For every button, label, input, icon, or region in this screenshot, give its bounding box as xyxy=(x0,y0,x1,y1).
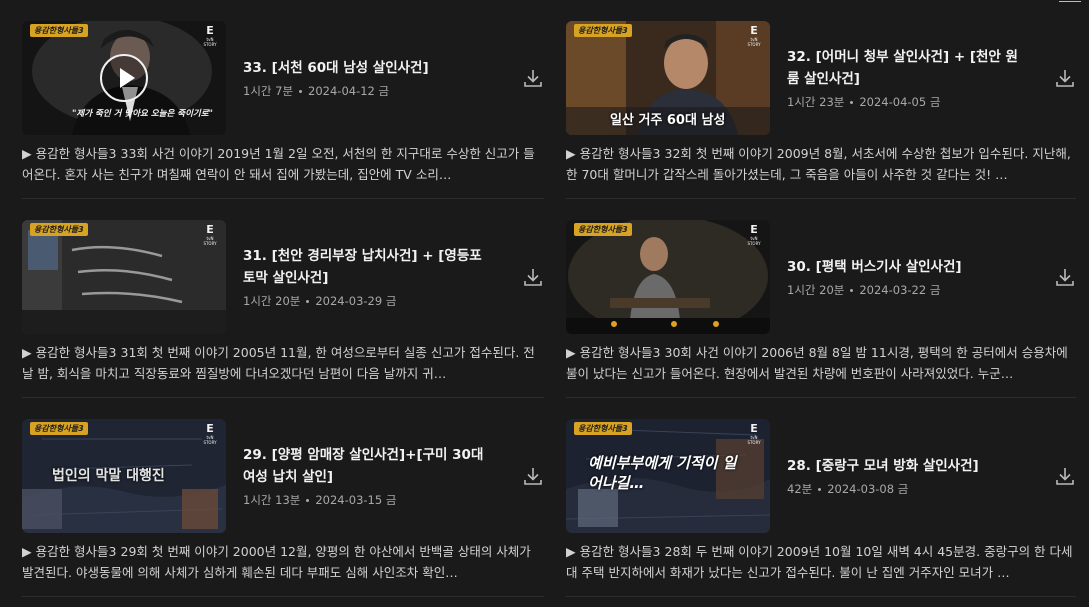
episode-thumbnail[interactable]: 용감한형사들3 EtvN STORY xyxy=(566,220,770,334)
channel-logo: EtvN STORY xyxy=(203,422,217,446)
thumbnail-caption: 일산 거주 60대 남성 xyxy=(610,113,726,128)
episode-title[interactable]: 30. [평택 버스기사 살인사건] xyxy=(787,256,1026,278)
episode-item[interactable]: 용감한형사들3 EtvN STORY 법인의 막말 대행진 29. [양평 암매… xyxy=(22,398,544,597)
separator-dot xyxy=(818,487,822,491)
separator-dot xyxy=(306,498,310,502)
episode-thumbnail[interactable]: 용감한형사들3 EtvN STORY 일산 거주 60대 남성 xyxy=(566,21,770,135)
episode-duration: 42분 xyxy=(787,482,813,496)
show-badge: 용감한형사들3 xyxy=(574,223,632,236)
separator-dot xyxy=(299,89,303,93)
episode-thumbnail[interactable]: 용감한형사들3 EtvN STORY 법인의 막말 대행진 xyxy=(22,419,226,533)
episode-description: ▶ 용감한 형사들3 29회 첫 번째 이야기 2000년 12월, 양평의 한… xyxy=(22,544,531,580)
episode-description: ▶ 용감한 형사들3 31회 첫 번째 이야기 2005년 11월, 한 여성으… xyxy=(22,345,535,381)
episode-title[interactable]: 28. [중랑구 모녀 방화 살인사건] xyxy=(787,455,1026,477)
show-badge: 용감한형사들3 xyxy=(574,422,632,435)
thumbnail-art xyxy=(22,220,226,334)
episode-title[interactable]: 29. [양평 암매장 살인사건]+[구미 30대 여성 납치 살인] xyxy=(243,444,494,488)
channel-logo: EtvN STORY xyxy=(203,223,217,247)
episode-description: ▶ 용감한 형사들3 32회 첫 번째 이야기 2009년 8월, 서초서에 수… xyxy=(566,146,1071,182)
episode-meta: 1시간 7분 2024-04-12 금 xyxy=(243,83,494,99)
channel-logo: EtvN STORY xyxy=(747,24,761,48)
episode-description: ▶ 용감한 형사들3 30회 사건 이야기 2006년 8월 8일 밤 11시경… xyxy=(566,345,1068,381)
download-icon[interactable] xyxy=(522,67,544,89)
episode-list: 용감한형사들3 EtvN STORY "제가 죽인 거 맞아요 오늘은 죽이기로… xyxy=(22,0,1076,597)
channel-logo: EtvN STORY xyxy=(747,223,761,247)
episode-item[interactable]: 용감한형사들3 EtvN STORY 31. [천안 경리부장 납치사건] + … xyxy=(22,199,544,398)
download-icon[interactable] xyxy=(522,266,544,288)
separator-dot xyxy=(306,299,310,303)
episode-title[interactable]: 32. [어머니 청부 살인사건] + [천안 원룸 살인사건] xyxy=(787,46,1026,90)
separator-dot xyxy=(850,100,854,104)
episode-date: 2024-03-29 금 xyxy=(315,294,397,308)
download-icon[interactable] xyxy=(1054,465,1076,487)
episode-title[interactable]: 33. [서천 60대 남성 살인사건] xyxy=(243,57,494,79)
show-badge: 용감한형사들3 xyxy=(30,223,88,236)
episode-meta: 1시간 23분 2024-04-05 금 xyxy=(787,94,1026,110)
episode-title[interactable]: 31. [천안 경리부장 납치사건] + [영등포 토막 살인사건] xyxy=(243,245,494,289)
episode-meta: 1시간 20분 2024-03-22 금 xyxy=(787,282,1026,298)
episode-date: 2024-03-22 금 xyxy=(859,283,941,297)
download-icon[interactable] xyxy=(522,465,544,487)
play-icon[interactable] xyxy=(100,54,148,102)
channel-logo: EtvN STORY xyxy=(203,24,217,48)
episode-duration: 1시간 20분 xyxy=(787,283,845,297)
episode-description: ▶ 용감한 형사들3 28회 두 번째 이야기 2009년 10월 10일 새벽… xyxy=(566,544,1073,580)
thumbnail-art xyxy=(566,220,770,334)
thumbnail-caption: 법인의 막말 대행진 xyxy=(52,468,165,484)
episode-item[interactable]: 용감한형사들3 EtvN STORY 예비부부에게 기적이 일어나길… 28. … xyxy=(566,398,1076,597)
episode-duration: 1시간 20분 xyxy=(243,294,301,308)
show-badge: 용감한형사들3 xyxy=(30,422,88,435)
separator-dot xyxy=(850,288,854,292)
episode-date: 2024-03-08 금 xyxy=(827,482,909,496)
episode-thumbnail[interactable]: 용감한형사들3 EtvN STORY "제가 죽인 거 맞아요 오늘은 죽이기로… xyxy=(22,21,226,135)
episode-date: 2024-04-12 금 xyxy=(308,84,390,98)
episode-duration: 1시간 13분 xyxy=(243,493,301,507)
episode-meta: 1시간 20분 2024-03-29 금 xyxy=(243,293,494,309)
episode-item[interactable]: 용감한형사들3 EtvN STORY 일산 거주 60대 남성 32. [어머니… xyxy=(566,0,1076,199)
thumbnail-caption: "제가 죽인 거 맞아요 오늘은 죽이기로" xyxy=(72,109,213,119)
episode-date: 2024-04-05 금 xyxy=(859,95,941,109)
episode-item[interactable]: 용감한형사들3 EtvN STORY 30. [평택 버스기사 살인사건] 1시… xyxy=(566,199,1076,398)
episode-meta: 42분 2024-03-08 금 xyxy=(787,481,1026,497)
episode-duration: 1시간 23분 xyxy=(787,95,845,109)
episode-thumbnail[interactable]: 용감한형사들3 EtvN STORY 예비부부에게 기적이 일어나길… xyxy=(566,419,770,533)
download-icon[interactable] xyxy=(1054,67,1076,89)
channel-logo: EtvN STORY xyxy=(747,422,761,446)
episode-thumbnail[interactable]: 용감한형사들3 EtvN STORY xyxy=(22,220,226,334)
show-badge: 용감한형사들3 xyxy=(574,24,632,37)
download-icon[interactable] xyxy=(1054,266,1076,288)
episode-meta: 1시간 13분 2024-03-15 금 xyxy=(243,492,494,508)
thumbnail-caption: 예비부부에게 기적이 일어나길… xyxy=(588,454,737,492)
episode-duration: 1시간 7분 xyxy=(243,84,294,98)
show-badge: 용감한형사들3 xyxy=(30,24,88,37)
episode-date: 2024-03-15 금 xyxy=(315,493,397,507)
episode-item[interactable]: 용감한형사들3 EtvN STORY "제가 죽인 거 맞아요 오늘은 죽이기로… xyxy=(22,0,544,199)
episode-description: ▶ 용감한 형사들3 33회 사건 이야기 2019년 1월 2일 오전, 서천… xyxy=(22,146,535,182)
